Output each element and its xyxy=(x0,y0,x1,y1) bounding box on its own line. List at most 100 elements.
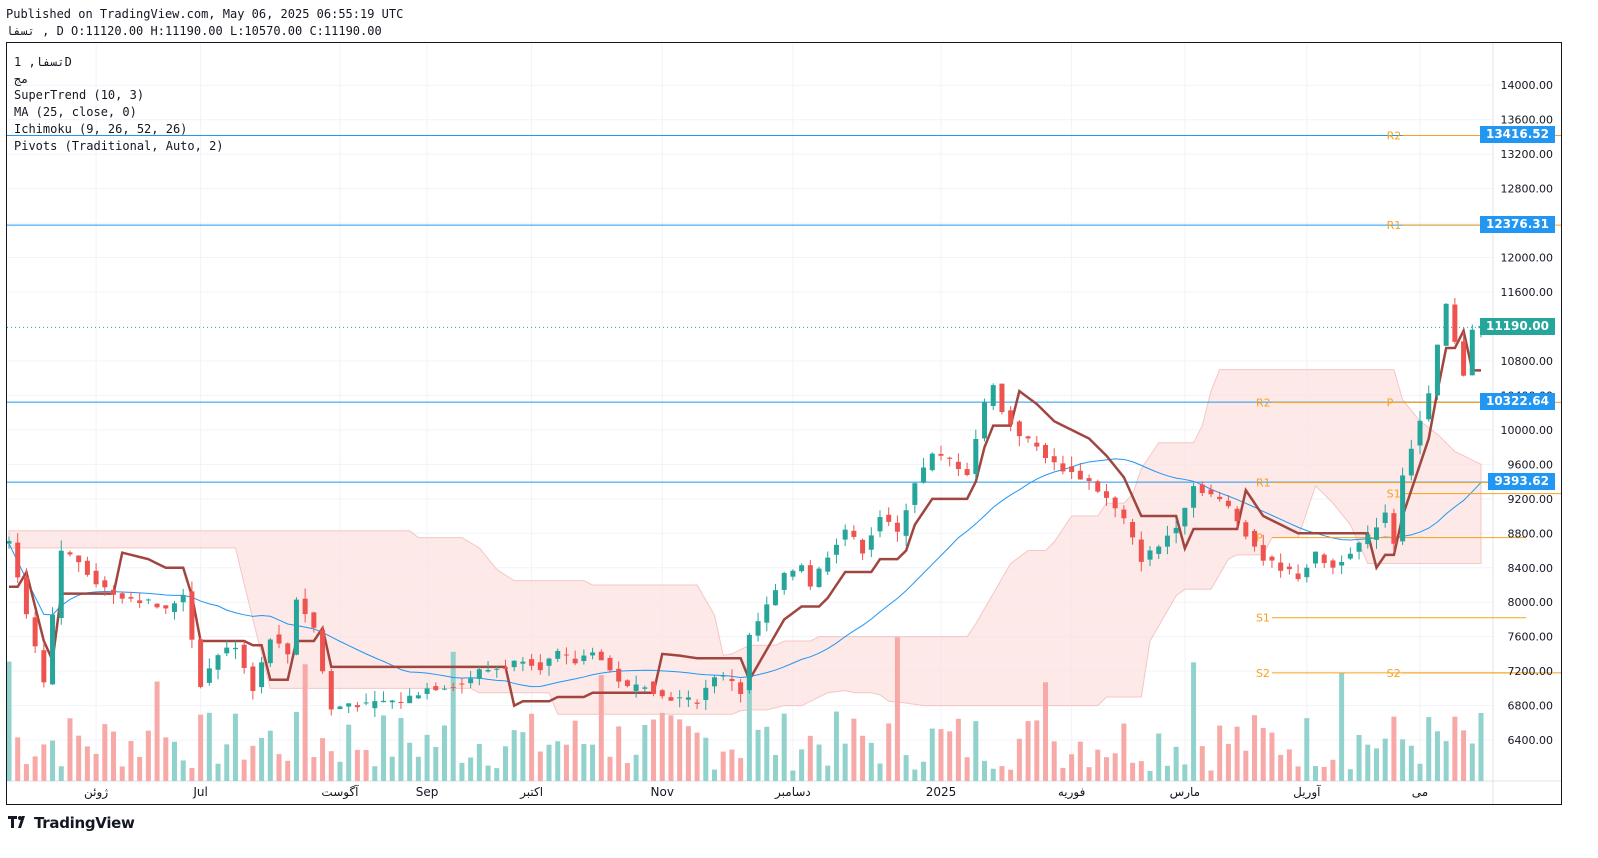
candle-body xyxy=(651,681,657,694)
volume-bar xyxy=(41,744,47,781)
volume-bar xyxy=(1339,672,1345,781)
candle-body xyxy=(703,687,709,700)
candle-body xyxy=(581,655,587,662)
candle-body xyxy=(1121,509,1127,519)
candle-body xyxy=(598,651,604,661)
candle-body xyxy=(537,662,543,671)
candle-body xyxy=(1060,463,1066,472)
legend-ichimoku[interactable]: Ichimoku (9, 26, 52, 26) xyxy=(14,121,224,138)
candle-body xyxy=(860,539,866,554)
candle-body xyxy=(964,469,970,476)
volume-bar xyxy=(1330,759,1336,781)
volume-bar xyxy=(607,756,613,781)
pivot-label: S1 xyxy=(1256,612,1270,625)
volume-bar xyxy=(860,735,866,781)
y-tick-label: 12000.00 xyxy=(1501,252,1554,265)
price-chart[interactable]: R2R1PS1S2R2R1PS1S214000.0013600.0013200.… xyxy=(7,43,1561,804)
candle-body xyxy=(128,597,134,599)
tradingview-logo[interactable]: TradingView xyxy=(8,814,135,832)
volume-bar xyxy=(145,730,151,781)
legend-pivots[interactable]: Pivots (Traditional, Auto, 2) xyxy=(14,138,224,155)
volume-bar xyxy=(1008,769,1014,781)
candle-body xyxy=(1008,410,1014,425)
candle-body xyxy=(633,684,639,691)
candle-body xyxy=(755,621,761,636)
volume-bar xyxy=(1042,682,1048,781)
volume-bar xyxy=(842,743,848,781)
volume-bar xyxy=(494,768,500,781)
candle-body xyxy=(346,703,352,707)
volume-bar xyxy=(1060,767,1066,781)
legend-market: مج xyxy=(14,71,29,86)
candle-body xyxy=(546,658,552,666)
volume-bar xyxy=(442,725,448,781)
candle-body xyxy=(198,639,204,687)
volume-bar xyxy=(546,744,552,781)
candle-body xyxy=(1095,481,1101,492)
candle-body xyxy=(145,599,151,601)
volume-bar xyxy=(180,760,186,781)
brand-name: TradingView xyxy=(34,814,135,832)
volume-bar xyxy=(1182,764,1188,781)
candle-body xyxy=(624,680,630,687)
volume-bar xyxy=(1217,725,1223,781)
candle-body xyxy=(485,669,491,672)
chart-frame[interactable]: R2 R1 P S1 S2 R2 R1 P S1 S2 14000.00 13600.00 13200.… xyxy=(6,42,1562,805)
volume-bar xyxy=(328,751,334,781)
candle-body xyxy=(877,517,883,532)
candle-body xyxy=(1321,554,1327,564)
candle-body xyxy=(320,629,326,672)
candle-body xyxy=(476,669,482,679)
volume-bar xyxy=(668,715,674,781)
candle-body xyxy=(929,453,935,471)
candle-body xyxy=(1313,551,1319,564)
volume-bar xyxy=(1469,743,1475,781)
volume-bar xyxy=(520,732,526,781)
candle-body xyxy=(293,599,299,655)
legend-symbol[interactable]: تسفا, 1D xyxy=(14,54,224,71)
x-tick-label: Nov xyxy=(651,785,674,799)
candle-body xyxy=(1400,475,1406,542)
volume-bar xyxy=(102,724,108,781)
candle-body xyxy=(241,644,247,668)
candle-body xyxy=(1243,522,1249,537)
legend-ma[interactable]: MA (25, close, 0) xyxy=(14,104,224,121)
candle-body xyxy=(381,700,387,703)
candle-body xyxy=(781,572,787,590)
legend-supertrend[interactable]: SuperTrend (10, 3) xyxy=(14,87,224,104)
candle-body xyxy=(502,667,508,669)
candle-body xyxy=(921,467,927,483)
volume-bar xyxy=(1408,745,1414,781)
volume-bar xyxy=(354,749,360,781)
volume-bar xyxy=(1400,739,1406,781)
y-tick-label: 8000.00 xyxy=(1508,596,1554,609)
candle-body xyxy=(180,595,186,603)
volume-bar xyxy=(529,713,535,781)
volume-bar xyxy=(1138,761,1144,781)
candle-body xyxy=(84,560,90,575)
chart-legend: تسفا, 1D مج SuperTrend (10, 3) MA (25, c… xyxy=(14,54,224,154)
volume-bar xyxy=(1295,766,1301,781)
volume-bar xyxy=(982,760,988,781)
volume-bar xyxy=(703,737,709,781)
candle-body xyxy=(15,542,21,578)
published-line: Published on TradingView.com, May 06, 20… xyxy=(6,7,404,21)
candle-body xyxy=(276,634,282,644)
volume-bar xyxy=(651,719,657,781)
candle-body xyxy=(1191,486,1197,508)
volume-bar xyxy=(1147,770,1153,781)
volume-bar xyxy=(502,746,508,781)
volume-bar xyxy=(189,767,195,781)
volume-bar xyxy=(93,753,99,781)
volume-bar xyxy=(964,757,970,781)
candle-body xyxy=(868,535,874,550)
candle-body xyxy=(119,593,125,599)
y-tick-label: 6800.00 xyxy=(1508,700,1554,713)
candle-body xyxy=(1130,522,1136,538)
y-tick-label: 8400.00 xyxy=(1508,562,1554,575)
volume-bar xyxy=(1278,754,1284,781)
candle-body xyxy=(572,658,578,664)
volume-bar xyxy=(694,732,700,781)
candle-body xyxy=(1225,500,1231,507)
volume-bar xyxy=(1373,748,1379,781)
